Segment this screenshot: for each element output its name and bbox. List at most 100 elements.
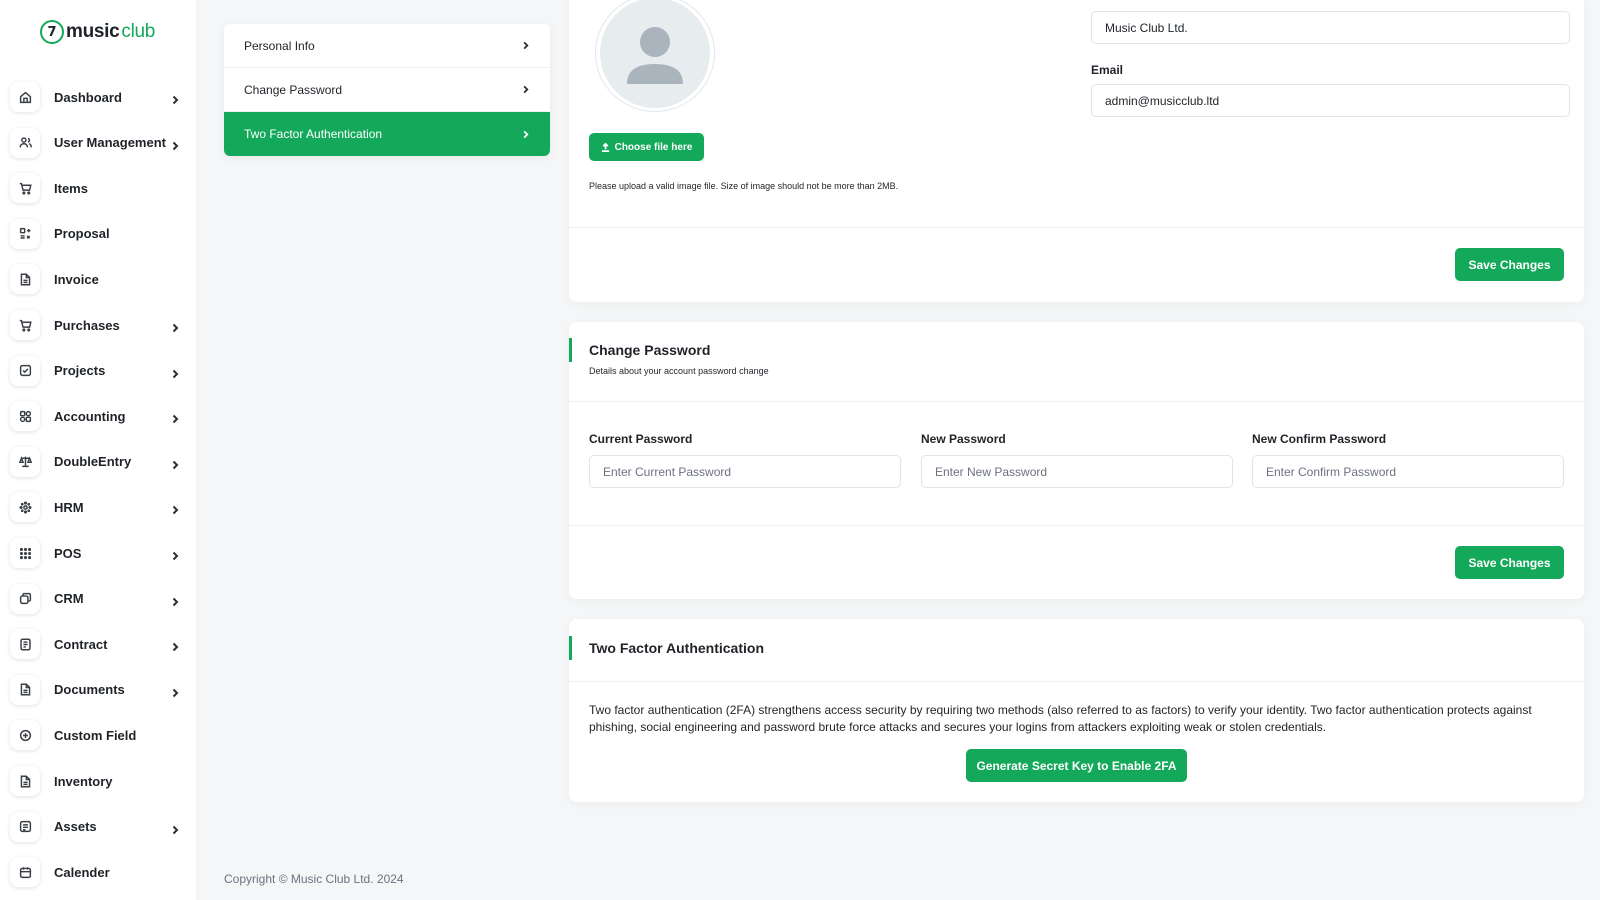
file-icon <box>10 674 40 705</box>
cart-icon <box>10 173 40 204</box>
two-factor-title: Two Factor Authentication <box>589 640 764 656</box>
sidebar: 7 music club Dashboard User Management Item… <box>0 0 196 900</box>
contract-icon <box>10 629 40 660</box>
settings-menu-item-personal-info[interactable]: Personal Info <box>224 24 550 68</box>
sidebar-item-label: POS <box>54 545 82 561</box>
calendar-icon <box>10 857 40 888</box>
choose-file-button[interactable]: Choose file here <box>589 133 704 161</box>
two-factor-card: Two Factor Authentication Two factor aut… <box>569 619 1584 802</box>
sidebar-item-hrm[interactable]: HRM <box>10 490 190 524</box>
dots-grid-icon <box>10 538 40 568</box>
sidebar-item-label: Invoice <box>54 271 99 287</box>
sidebar-item-documents[interactable]: Documents <box>10 673 190 707</box>
sidebar-item-label: Custom Field <box>54 727 137 743</box>
logo-text-music: music <box>66 21 120 42</box>
chevron-right-icon <box>170 502 180 515</box>
cart-icon <box>10 310 40 340</box>
divider <box>569 401 1584 402</box>
logo-mark: 7 <box>40 20 64 44</box>
sidebar-item-label: Documents <box>54 682 125 698</box>
file-icon <box>10 264 40 295</box>
new-password-label: New Password <box>921 432 1006 446</box>
sidebar-item-label: Projects <box>54 363 106 379</box>
divider <box>569 525 1584 526</box>
scale-icon <box>10 446 40 477</box>
chevron-right-icon <box>523 41 529 50</box>
logo-text-club: club <box>121 21 156 42</box>
sidebar-item-calender[interactable]: Calender <box>10 855 190 889</box>
sidebar-item-invoice[interactable]: Invoice <box>10 262 190 296</box>
divider <box>569 681 1584 682</box>
chevron-right-icon <box>523 130 529 138</box>
users-icon <box>10 127 40 158</box>
current-password-field[interactable] <box>589 455 901 488</box>
sidebar-item-proposal[interactable]: Proposal <box>10 217 190 251</box>
chevron-right-icon <box>170 822 180 834</box>
sidebar-item-label: Contract <box>54 636 108 652</box>
sidebar-item-label: Accounting <box>54 408 126 424</box>
sidebar-item-label: Dashboard <box>54 89 122 105</box>
upload-hint: Please upload a valid image file. Size o… <box>589 181 899 191</box>
sidebar-item-inventory[interactable]: Inventory <box>10 764 190 798</box>
chevron-right-icon <box>170 594 180 606</box>
generate-2fa-key-button[interactable]: Generate Secret Key to Enable 2FA <box>966 749 1187 782</box>
settings-menu-item-two-factor-authentication[interactable]: Two Factor Authentication <box>224 112 550 156</box>
chevron-right-icon <box>170 685 180 698</box>
email-field[interactable] <box>1091 84 1570 117</box>
sidebar-item-crm[interactable]: CRM <box>10 582 190 616</box>
chevron-right-icon <box>170 411 180 424</box>
chevron-right-icon <box>170 639 180 652</box>
upload-icon <box>601 142 609 152</box>
confirm-password-field[interactable] <box>1252 455 1564 488</box>
proposal-icon <box>10 218 40 249</box>
checkbox-icon <box>10 355 40 386</box>
sidebar-item-purchases[interactable]: Purchases <box>10 308 190 342</box>
settings-menu-label: Change Password <box>244 82 343 97</box>
email-label: Email <box>1091 63 1124 77</box>
sidebar-item-pos[interactable]: POS <box>10 536 190 570</box>
chevron-right-icon <box>170 548 180 561</box>
sidebar-item-doubleentry[interactable]: DoubleEntry <box>10 445 190 479</box>
sidebar-item-label: CRM <box>54 591 84 607</box>
sidebar-item-projects[interactable]: Projects <box>10 354 190 388</box>
chevron-right-icon <box>170 366 180 378</box>
full-name-field[interactable] <box>1091 11 1570 44</box>
chevron-right-icon <box>170 138 180 150</box>
sidebar-item-label: HRM <box>54 499 84 515</box>
confirm-password-label: New Confirm Password <box>1252 432 1387 446</box>
sidebar-item-label: Inventory <box>54 773 113 789</box>
change-password-card: Change Password Details about your accou… <box>569 322 1584 599</box>
save-password-button[interactable]: Save Changes <box>1455 546 1564 579</box>
settings-menu-label: Personal Info <box>244 38 315 53</box>
current-password-label: Current Password <box>589 432 693 446</box>
title-accent <box>569 338 572 362</box>
sidebar-item-accounting[interactable]: Accounting <box>10 399 190 433</box>
choose-file-label: Choose file here <box>614 141 693 153</box>
personal-info-card: Choose file here Please upload a valid i… <box>569 0 1584 302</box>
sidebar-item-dashboard[interactable]: Dashboard <box>10 80 190 114</box>
avatar[interactable] <box>595 0 715 112</box>
save-profile-button[interactable]: Save Changes <box>1455 248 1564 281</box>
footer-copyright: Copyright © Music Club Ltd. 2024 <box>224 872 404 886</box>
sidebar-item-contract[interactable]: Contract <box>10 627 190 661</box>
settings-menu: Personal Info Change Password Two Factor A… <box>224 24 550 156</box>
title-accent <box>569 636 572 660</box>
settings-menu-item-change-password[interactable]: Change Password <box>224 68 550 112</box>
sidebar-item-user-management[interactable]: User Management <box>10 126 190 160</box>
new-password-field[interactable] <box>921 455 1233 488</box>
sidebar-item-label: Calender <box>54 864 110 880</box>
sidebar-item-custom-field[interactable]: Custom Field <box>10 718 190 752</box>
chevron-right-icon <box>523 85 529 94</box>
sidebar-item-label: Proposal <box>54 226 110 242</box>
assets-icon <box>10 811 40 842</box>
sidebar-item-label: Assets <box>54 819 97 835</box>
file-icon <box>10 766 40 796</box>
chevron-right-icon <box>170 320 180 333</box>
sidebar-item-assets[interactable]: Assets <box>10 810 190 844</box>
settings-menu-label: Two Factor Authentication <box>244 127 383 141</box>
sidebar-item-label: Purchases <box>54 317 120 333</box>
sidebar-item-items[interactable]: Items <box>10 171 190 205</box>
crm-icon <box>10 583 40 614</box>
brand-logo[interactable]: 7 music club <box>40 20 155 44</box>
home-icon <box>10 82 40 112</box>
